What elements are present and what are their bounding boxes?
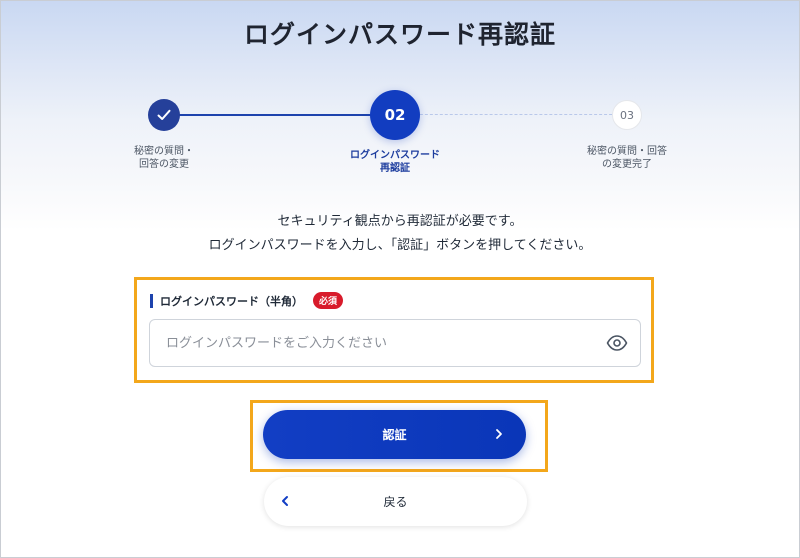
auth-button-label: 認証 xyxy=(382,428,407,442)
password-input[interactable] xyxy=(150,320,590,366)
back-button[interactable]: 戻る xyxy=(264,477,527,526)
step-1-circle xyxy=(148,99,180,131)
page-title: ログインパスワード再認証 xyxy=(243,20,556,49)
label-accent-bar xyxy=(150,293,153,308)
password-label: ログインパスワード（半角） xyxy=(160,294,303,308)
auth-button[interactable]: 認証 xyxy=(263,410,526,459)
auth-button-highlight: 認証 xyxy=(250,400,548,472)
description-line-1: セキュリティ観点から再認証が必要です。 xyxy=(277,214,523,229)
password-field-group: ログインパスワード（半角） 必須 xyxy=(134,277,654,383)
step-2-circle: 02 xyxy=(370,90,420,140)
password-input-wrapper xyxy=(149,319,641,367)
back-button-label: 戻る xyxy=(383,495,408,509)
eye-icon[interactable] xyxy=(606,333,628,353)
chevron-left-icon xyxy=(282,496,288,506)
stepper-progress-line xyxy=(164,114,395,116)
step-3-label-line-2: の変更完了 xyxy=(602,159,652,170)
step-3-circle: 03 xyxy=(612,100,642,130)
description-line-2: ログインパスワードを入力し、「認証」ボタンを押してください。 xyxy=(208,238,592,253)
stepper-remaining-line xyxy=(395,114,627,115)
check-icon xyxy=(157,109,171,120)
page-frame: ログインパスワード再認証 秘密の質問・ 回答の変更 02 ログインパスワード 再… xyxy=(0,0,800,558)
step-1-label: 秘密の質問・ 回答の変更 xyxy=(99,145,229,171)
chevron-right-icon xyxy=(496,429,502,439)
step-2-label: ログインパスワード 再認証 xyxy=(330,149,460,175)
step-3-label: 秘密の質問・回答 の変更完了 xyxy=(562,145,692,171)
step-3-label-line-1: 秘密の質問・回答 xyxy=(587,146,667,157)
step-2-label-line-1: ログインパスワード xyxy=(350,150,440,161)
step-1-label-line-1: 秘密の質問・ xyxy=(134,146,194,157)
step-2-label-line-2: 再認証 xyxy=(380,163,410,174)
required-badge: 必須 xyxy=(313,292,344,309)
password-label-row: ログインパスワード（半角） 必須 xyxy=(150,292,344,309)
step-1-label-line-2: 回答の変更 xyxy=(139,159,189,170)
